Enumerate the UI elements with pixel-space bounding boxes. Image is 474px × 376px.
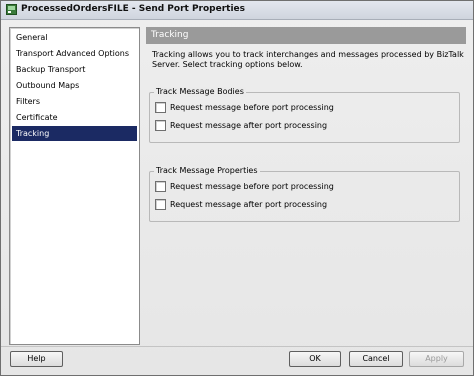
option-label[interactable]: Request message before port processing bbox=[170, 181, 334, 192]
nav-item-outbound-maps[interactable]: Outbound Maps bbox=[12, 78, 137, 93]
checkbox[interactable] bbox=[155, 102, 166, 113]
panel-description: Tracking allows you to track interchange… bbox=[152, 50, 464, 69]
cancel-button[interactable]: Cancel bbox=[349, 351, 403, 367]
title-bar[interactable]: ProcessedOrdersFILE - Send Port Properti… bbox=[1, 1, 473, 20]
panel-header: Tracking bbox=[146, 27, 466, 44]
ok-button[interactable]: OK bbox=[289, 351, 341, 367]
nav-item-certificate[interactable]: Certificate bbox=[12, 110, 137, 125]
group-label: Track Message Properties bbox=[154, 166, 260, 176]
checkbox[interactable] bbox=[155, 181, 166, 192]
footer-divider bbox=[1, 346, 473, 347]
nav-item-backup-transport[interactable]: Backup Transport bbox=[12, 62, 137, 77]
settings-nav-list: General Transport Advanced Options Backu… bbox=[9, 27, 140, 345]
option-label[interactable]: Request message before port processing bbox=[170, 102, 334, 113]
window-title: ProcessedOrdersFILE - Send Port Properti… bbox=[21, 4, 246, 14]
track-message-bodies-group: Track Message Bodies Request message bef… bbox=[149, 87, 460, 143]
track-message-properties-group: Track Message Properties Request message… bbox=[149, 166, 460, 222]
help-button[interactable]: Help bbox=[10, 351, 63, 367]
apply-button[interactable]: Apply bbox=[409, 351, 464, 367]
group-label: Track Message Bodies bbox=[154, 87, 246, 97]
nav-item-filters[interactable]: Filters bbox=[12, 94, 137, 109]
send-port-icon bbox=[6, 4, 17, 15]
option-label[interactable]: Request message after port processing bbox=[170, 120, 327, 131]
nav-item-general[interactable]: General bbox=[12, 30, 137, 45]
checkbox[interactable] bbox=[155, 199, 166, 210]
checkbox[interactable] bbox=[155, 120, 166, 131]
option-label[interactable]: Request message after port processing bbox=[170, 199, 327, 210]
nav-item-tracking[interactable]: Tracking bbox=[12, 126, 137, 141]
send-port-properties-dialog: ProcessedOrdersFILE - Send Port Properti… bbox=[0, 0, 474, 376]
nav-item-transport-advanced-options[interactable]: Transport Advanced Options bbox=[12, 46, 137, 61]
